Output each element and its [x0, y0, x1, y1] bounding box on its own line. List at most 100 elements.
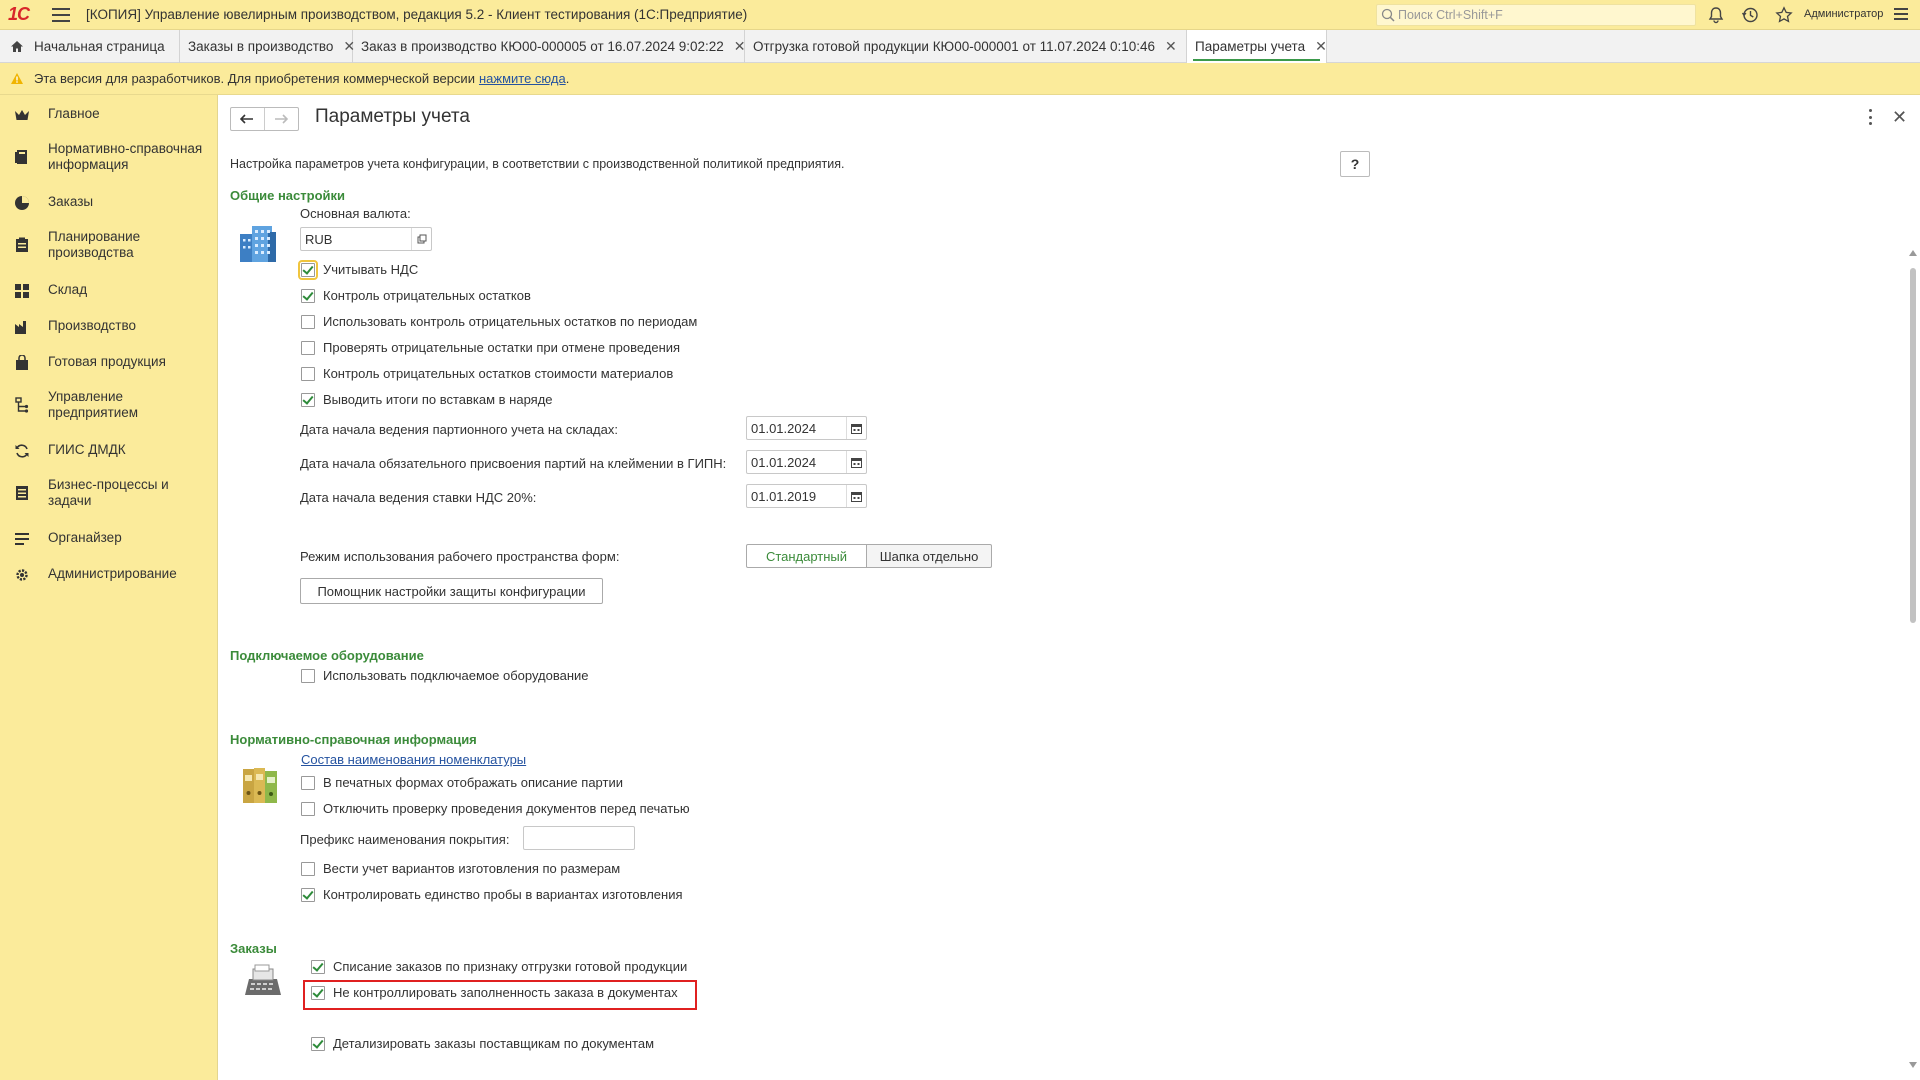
fineness-control-label: Контролировать единство пробы в варианта…	[323, 887, 683, 902]
size-variants-checkbox-row[interactable]: Вести учет вариантов изготовления по раз…	[301, 861, 620, 876]
highlight-frame	[303, 980, 697, 1010]
workspace-header-separate-button[interactable]: Шапка отдельно	[866, 544, 992, 568]
more-actions-icon[interactable]	[1865, 109, 1875, 125]
calendar-icon[interactable]	[846, 485, 866, 507]
factory-icon	[15, 321, 26, 334]
period-control-label: Использовать контроль отрицательных оста…	[323, 314, 698, 329]
help-button[interactable]: ?	[1340, 151, 1370, 177]
tab-shipment-document[interactable]: Отгрузка готовой продукции КЮ00-000001 о…	[745, 30, 1187, 63]
unpost-check-checkbox[interactable]	[301, 340, 315, 355]
tab-order-document[interactable]: Заказ в производство КЮ00-000005 от 16.0…	[353, 30, 746, 63]
tab-accounting-parameters[interactable]: Параметры учета ✕	[1187, 30, 1327, 63]
search-placeholder: Поиск Ctrl+Shift+F	[1398, 8, 1503, 22]
scroll-up-icon[interactable]	[1909, 250, 1917, 256]
developer-version-notice: Эта версия для разработчиков. Для приобр…	[0, 63, 1920, 95]
1c-logo: 1С	[8, 4, 38, 25]
currency-field[interactable]: RUB	[300, 227, 432, 251]
material-cost-checkbox-row[interactable]: Контроль отрицательных остатков стоимост…	[301, 366, 673, 381]
bell-icon[interactable]	[1707, 6, 1725, 24]
open-currency-icon[interactable]	[411, 228, 431, 250]
batch-description-checkbox-row[interactable]: В печатных формах отображать описание па…	[301, 775, 623, 790]
arrow-left-icon	[240, 114, 254, 124]
batch-date-field[interactable]: 01.01.2024	[746, 416, 867, 440]
accounting-parameters-form: Параметры учета ✕ Настройка параметров у…	[219, 95, 1920, 1080]
search-input[interactable]: Поиск Ctrl+Shift+F	[1376, 4, 1696, 26]
calendar-icon[interactable]	[846, 451, 866, 473]
unpost-check-checkbox-row[interactable]: Проверять отрицательные остатки при отме…	[301, 340, 680, 355]
vat-label: Учитывать НДС	[323, 262, 419, 277]
close-tab-icon[interactable]: ✕	[1165, 38, 1177, 55]
print-check-checkbox[interactable]	[301, 801, 315, 816]
notice-text: Эта версия для разработчиков. Для приобр…	[34, 71, 475, 86]
coating-prefix-label: Префикс наименования покрытия:	[300, 832, 510, 847]
batch-description-label: В печатных формах отображать описание па…	[323, 775, 623, 790]
history-icon[interactable]	[1741, 6, 1759, 24]
nomenclature-name-link[interactable]: Состав наименования номенклатуры	[301, 752, 526, 767]
vertical-scrollbar[interactable]	[1907, 250, 1919, 1080]
close-form-icon[interactable]: ✕	[1892, 107, 1907, 128]
sidebar-item-label: Планирование производства	[48, 229, 141, 260]
negative-balance-checkbox[interactable]	[301, 288, 315, 303]
tabs-bar: Начальная страница Заказы в производство…	[0, 30, 1920, 63]
supplier-orders-checkbox-row[interactable]: Детализировать заказы поставщикам по док…	[311, 1036, 654, 1051]
gear-icon	[16, 569, 28, 581]
protection-assistant-button[interactable]: Помощник настройки защиты конфигурации	[300, 578, 603, 604]
size-variants-checkbox[interactable]	[301, 861, 315, 876]
section-general-title: Общие настройки	[230, 188, 345, 203]
sidebar-item-label: Главное	[48, 106, 100, 121]
main-menu-icon[interactable]	[52, 7, 70, 22]
workspace-label: Режим использования рабочего пространств…	[300, 549, 620, 564]
negative-balance-checkbox-row[interactable]: Контроль отрицательных остатков	[301, 288, 531, 303]
user-name[interactable]: Администратор	[1804, 8, 1883, 20]
print-check-checkbox-row[interactable]: Отключить проверку проведения документов…	[301, 801, 690, 816]
order-writeoff-checkbox-row[interactable]: Списание заказов по признаку отгрузки го…	[311, 959, 687, 974]
vat-checkbox-row[interactable]: Учитывать НДС	[298, 259, 419, 280]
fineness-control-checkbox[interactable]	[301, 887, 315, 902]
binders-icon	[243, 768, 277, 803]
insert-totals-checkbox[interactable]	[301, 392, 315, 407]
form-description: Настройка параметров учета конфигурации,…	[230, 157, 845, 171]
tab-label: Заказ в производство КЮ00-000005 от 16.0…	[361, 39, 724, 54]
vat-checkbox[interactable]	[298, 259, 318, 280]
tab-orders-list[interactable]: Заказы в производство ✕	[180, 30, 355, 63]
period-control-checkbox[interactable]	[301, 314, 315, 329]
purchase-link[interactable]: нажмите сюда	[479, 71, 566, 86]
gipn-date-field[interactable]: 01.01.2024	[746, 450, 867, 474]
star-icon[interactable]	[1775, 6, 1793, 24]
unpost-check-label: Проверять отрицательные остатки при отме…	[323, 340, 681, 355]
batch-description-checkbox[interactable]	[301, 775, 315, 790]
book-icon	[15, 150, 27, 164]
coating-prefix-field[interactable]	[523, 826, 635, 850]
org-icon	[15, 397, 29, 413]
scroll-down-icon[interactable]	[1909, 1062, 1917, 1068]
equipment-checkbox-row[interactable]: Использовать подключаемое оборудование	[301, 668, 589, 683]
fineness-control-checkbox-row[interactable]: Контролировать единство пробы в варианта…	[301, 887, 683, 902]
pie-chart-icon	[15, 196, 29, 210]
tab-home[interactable]: Начальная страница	[0, 30, 180, 63]
equipment-checkbox[interactable]	[301, 668, 315, 683]
settings-menu-icon[interactable]	[1894, 8, 1908, 20]
scroll-thumb[interactable]	[1910, 268, 1916, 623]
page-title: Параметры учета	[315, 106, 470, 127]
buildings-icon	[240, 226, 276, 262]
sidebar-item-label: Администрирование	[48, 566, 177, 581]
home-icon	[11, 41, 23, 52]
sidebar-item-label: Управление предприятием	[48, 389, 139, 420]
insert-totals-checkbox-row[interactable]: Выводить итоги по вставкам в наряде	[301, 392, 553, 407]
close-tab-icon[interactable]: ✕	[1315, 38, 1327, 55]
calendar-icon[interactable]	[846, 417, 866, 439]
grid-icon	[15, 284, 29, 298]
period-control-checkbox-row[interactable]: Использовать контроль отрицательных оста…	[301, 314, 697, 329]
order-writeoff-checkbox[interactable]	[311, 959, 325, 974]
material-cost-checkbox[interactable]	[301, 366, 315, 381]
sidebar-item-label: Органайзер	[48, 530, 122, 545]
section-orders-title: Заказы	[230, 941, 277, 956]
workspace-standard-button[interactable]: Стандартный	[746, 544, 867, 568]
close-tab-icon[interactable]: ✕	[734, 38, 746, 55]
back-button[interactable]	[231, 108, 265, 130]
supplier-orders-checkbox[interactable]	[311, 1036, 325, 1051]
vat20-date-field[interactable]: 01.01.2019	[746, 484, 867, 508]
equipment-label: Использовать подключаемое оборудование	[323, 668, 589, 683]
sidebar-item-label: ГИИС ДМДК	[48, 442, 126, 457]
forward-button[interactable]	[265, 108, 299, 130]
